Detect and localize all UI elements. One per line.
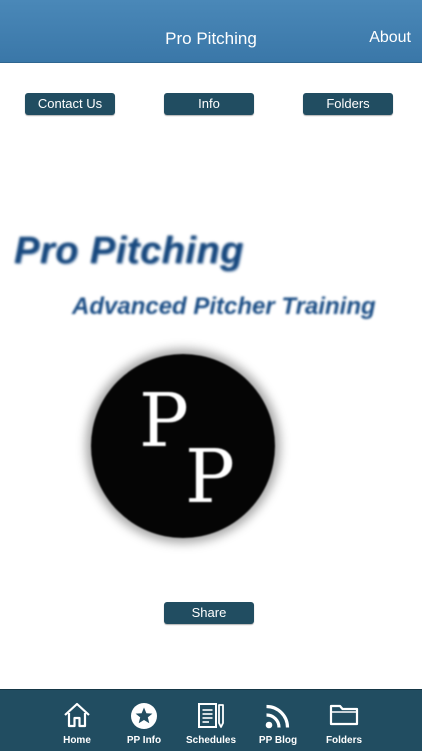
share-button[interactable]: Share xyxy=(164,602,254,624)
home-icon xyxy=(64,702,90,728)
contact-us-button[interactable]: Contact Us xyxy=(25,93,115,115)
tab-folders-label: Folders xyxy=(325,735,363,746)
rss-icon xyxy=(265,704,290,729)
pp-logo: P P xyxy=(91,354,275,538)
page-title: Pro Pitching xyxy=(165,29,257,48)
tab-folders[interactable]: Folders xyxy=(302,690,386,751)
star-circle-icon xyxy=(131,703,157,729)
brand-title: Pro Pitching xyxy=(14,230,244,272)
folder-icon xyxy=(329,704,359,726)
document-pencil-icon xyxy=(198,703,224,728)
logo-letter-second: P xyxy=(185,434,235,520)
navigation-bar: Pro Pitching About xyxy=(0,0,422,63)
tab-bar: Home PP Info Schedules PP Blog Folders xyxy=(0,689,422,751)
logo-letter-first: P xyxy=(139,378,189,464)
about-button[interactable]: About xyxy=(369,29,411,47)
info-button[interactable]: Info xyxy=(164,93,254,115)
folders-button[interactable]: Folders xyxy=(303,93,393,115)
brand-subtitle: Advanced Pitcher Training xyxy=(72,293,376,320)
